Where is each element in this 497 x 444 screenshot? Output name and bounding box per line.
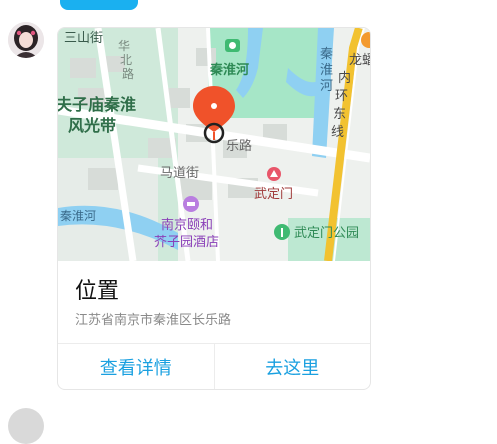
navigate-button[interactable]: 去这里: [213, 344, 371, 389]
map-label: 三山街: [64, 31, 103, 46]
map-label: 秦淮河: [209, 62, 249, 78]
map-label: 秦淮河: [60, 209, 96, 223]
landmark-icon: [267, 167, 281, 181]
map-label: 东: [333, 107, 346, 122]
location-actions: 查看详情 去这里: [58, 343, 371, 389]
map-label: 线: [331, 125, 344, 140]
location-address: 江苏省南京市秦淮区长乐路: [75, 313, 232, 328]
avatar[interactable]: [8, 408, 44, 444]
map-label: 淮: [320, 63, 333, 78]
map-label: 北: [120, 53, 132, 67]
location-info: 位置 江苏省南京市秦淮区长乐路: [58, 261, 370, 343]
location-title: 位置: [75, 279, 120, 304]
avatar[interactable]: [8, 22, 44, 58]
map-label: 芥子园酒店: [154, 235, 219, 250]
hotel-icon: [183, 196, 199, 212]
map-label: 内: [338, 70, 351, 86]
map-label: 马道街: [160, 166, 199, 181]
map-view[interactable]: 三山街 华 北 路 秦淮河 秦 淮 河 内 环 东 线 龙蟠 夫子庙秦淮 风光带…: [58, 28, 370, 261]
view-details-button[interactable]: 查看详情: [58, 344, 214, 389]
avatar-image: [8, 22, 44, 58]
map-label: 路: [122, 66, 134, 81]
location-card[interactable]: 三山街 华 北 路 秦淮河 秦 淮 河 内 环 东 线 龙蟠 夫子庙秦淮 风光带…: [57, 27, 371, 390]
park-icon: [225, 39, 240, 52]
map-label: 武定门: [254, 187, 293, 202]
map-label: 华: [118, 39, 130, 53]
map-label: 秦: [320, 47, 333, 62]
map-label: 风光带: [68, 116, 116, 135]
map-label: 河: [320, 79, 333, 94]
previous-message-bubble[interactable]: [60, 0, 138, 10]
map-label: 武定门公园: [294, 226, 359, 241]
map-label: 南京颐和: [161, 217, 213, 233]
tree-icon: [274, 224, 290, 240]
map-label: 乐路: [226, 138, 252, 154]
map-label: 夫子庙秦淮: [58, 95, 136, 114]
map-label: 环: [335, 89, 348, 104]
map-label: 龙蟠: [349, 53, 370, 68]
